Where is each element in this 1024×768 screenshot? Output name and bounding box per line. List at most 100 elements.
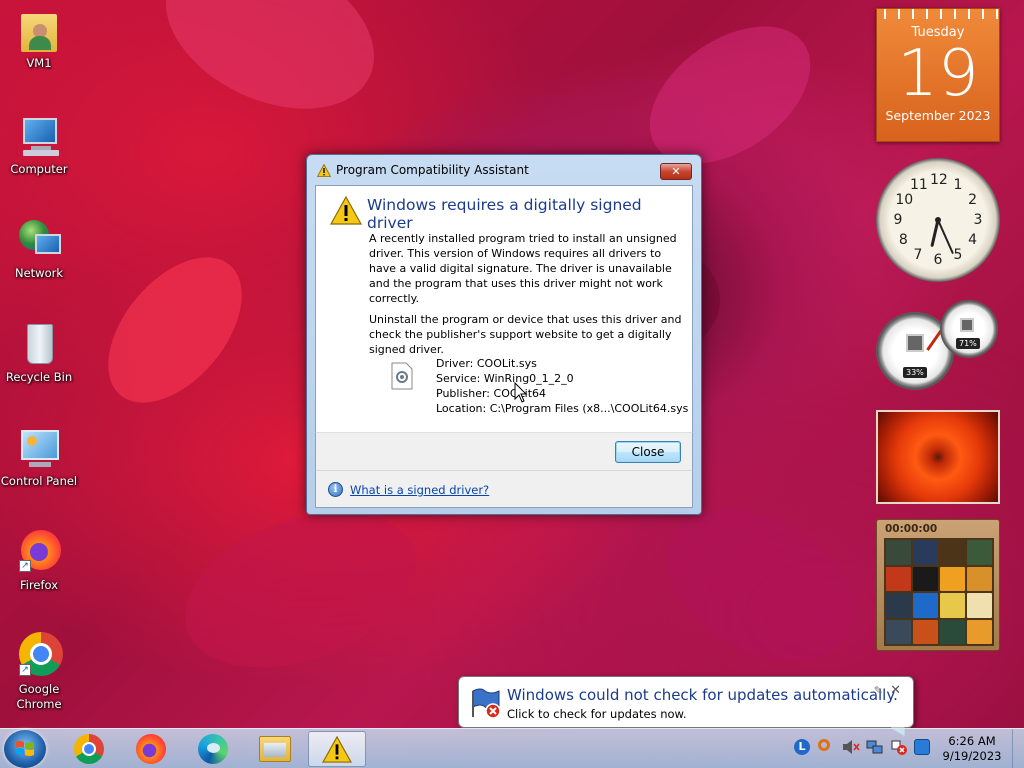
puzzle-tile[interactable] <box>940 619 965 644</box>
network-icon <box>15 216 63 264</box>
puzzle-tile[interactable] <box>913 540 938 565</box>
calendar-month-year: September 2023 <box>885 108 991 123</box>
cpu-chip-icon <box>906 334 924 352</box>
desktop-icon-label: Network <box>14 266 64 280</box>
signed-driver-help-link[interactable]: What is a signed driver? <box>350 483 489 497</box>
edge-icon <box>198 734 228 764</box>
calendar-gadget[interactable]: Tuesday 19 September 2023 <box>876 8 1000 142</box>
calendar-rings <box>877 9 999 19</box>
cpu-meter-gadget[interactable]: 33% 71% <box>876 300 1000 392</box>
puzzle-tile[interactable] <box>913 619 938 644</box>
driver-details: Driver: COOLit.sys Service: WinRing0_1_2… <box>436 356 688 416</box>
dialog-paragraph: A recently installed program tried to in… <box>369 232 677 305</box>
desktop-icon-network[interactable]: Network <box>0 216 78 281</box>
control-panel-icon <box>15 424 63 472</box>
desktop-icon-google-chrome[interactable]: ↗ Google Chrome <box>0 632 78 712</box>
desktop-icon-label: Recycle Bin <box>5 370 73 384</box>
dialog-button-area: Close <box>315 432 693 470</box>
chrome-icon <box>74 734 104 764</box>
folder-icon <box>259 736 291 762</box>
puzzle-tile[interactable] <box>967 593 992 618</box>
taskbar: L 6:26 AM 9/19/2023 <box>0 728 1024 768</box>
desktop-icon-label: Google Chrome <box>16 682 62 711</box>
desktop-icon-label: Computer <box>10 162 68 176</box>
desktop-icon-label: Firefox <box>19 578 59 592</box>
puzzle-tile[interactable] <box>913 593 938 618</box>
taskbar-compatibility-assistant-button[interactable] <box>308 731 366 767</box>
memory-usage-label: 71% <box>956 338 980 349</box>
pin-icon[interactable]: ✎ <box>874 684 883 697</box>
windows-update-error-icon <box>472 688 501 719</box>
recycle-bin-icon <box>15 320 63 368</box>
action-center-error-icon[interactable] <box>890 739 908 759</box>
puzzle-tile[interactable] <box>940 540 965 565</box>
desktop-icon-computer[interactable]: Computer <box>0 112 78 177</box>
desktop-icon-firefox[interactable]: ↗ Firefox <box>0 528 78 593</box>
notification-close-button[interactable]: ✕ <box>890 683 901 698</box>
update-notification[interactable]: Windows could not check for updates auto… <box>458 676 914 737</box>
clock-center <box>935 217 941 223</box>
clock-gadget[interactable]: 12 1 2 3 4 5 6 7 8 9 10 11 <box>876 158 1000 282</box>
puzzle-tile[interactable] <box>940 593 965 618</box>
dialog-content: Windows requires a digitally signed driv… <box>315 185 693 432</box>
notification-body: Click to check for updates now. <box>507 707 687 721</box>
tray-app-icon[interactable] <box>914 739 930 755</box>
compatibility-dialog: Program Compatibility Assistant ✕ Window… <box>306 154 702 515</box>
dialog-titlebar[interactable]: Program Compatibility Assistant <box>307 155 701 185</box>
puzzle-tile[interactable] <box>967 566 992 591</box>
wallpaper-petal <box>82 232 268 428</box>
dialog-heading: Windows requires a digitally signed driv… <box>367 196 642 232</box>
taskbar-date: 9/19/2023 <box>942 749 1002 763</box>
cpu-usage-label: 33% <box>903 367 927 378</box>
wallpaper-petal <box>140 0 400 140</box>
desktop-icon-vm1[interactable]: VM1 <box>0 6 78 71</box>
notification-title: Windows could not check for updates auto… <box>507 686 898 704</box>
wallpaper-petal <box>163 483 437 697</box>
driver-name: Driver: COOLit.sys <box>436 357 537 370</box>
driver-location: Location: C:\Program Files (x8...\COOLit… <box>436 402 689 415</box>
warning-icon <box>322 735 352 763</box>
firefox-icon: ↗ <box>15 528 63 576</box>
desktop-icon-label: Control Panel <box>0 474 78 488</box>
taskbar-clock[interactable]: 6:26 AM 9/19/2023 <box>934 734 1010 764</box>
slideshow-gadget[interactable] <box>876 410 1000 504</box>
volume-muted-icon[interactable] <box>842 739 860 759</box>
show-desktop-button[interactable] <box>1012 729 1024 768</box>
taskbar-edge-button[interactable] <box>184 731 242 767</box>
taskbar-explorer-button[interactable] <box>246 731 304 767</box>
puzzle-tile[interactable] <box>886 593 911 618</box>
desktop-icon-control-panel[interactable]: Control Panel <box>0 424 78 489</box>
desktop-icon-recycle-bin[interactable]: Recycle Bin <box>0 320 78 385</box>
driver-service: Service: WinRing0_1_2_0 <box>436 372 574 385</box>
dialog-close-x-button[interactable]: ✕ <box>660 163 692 180</box>
puzzle-grid <box>884 538 994 646</box>
puzzle-tile[interactable] <box>940 566 965 591</box>
puzzle-tile[interactable] <box>886 619 911 644</box>
clock-hour-hand <box>930 218 940 247</box>
warning-icon <box>330 196 362 225</box>
start-button[interactable] <box>4 730 46 768</box>
puzzle-timer: 00:00:00 <box>885 523 938 535</box>
close-button[interactable]: Close <box>615 441 681 463</box>
dialog-title: Program Compatibility Assistant <box>336 163 529 177</box>
network-tray-icon[interactable] <box>866 739 884 759</box>
driver-file-icon <box>391 362 413 390</box>
calendar-day: 19 <box>897 37 979 111</box>
puzzle-tile[interactable] <box>967 540 992 565</box>
puzzle-tile[interactable] <box>913 566 938 591</box>
tray-search-icon[interactable] <box>818 739 830 751</box>
puzzle-tile[interactable] <box>967 619 992 644</box>
puzzle-tile[interactable] <box>886 566 911 591</box>
mouse-cursor-icon <box>514 382 528 403</box>
memory-gauge: 71% <box>940 300 998 358</box>
picture-puzzle-gadget[interactable]: 00:00:00 <box>876 519 1000 651</box>
taskbar-chrome-button[interactable] <box>60 731 118 767</box>
windows-logo-icon <box>16 741 34 756</box>
dialog-paragraph: Uninstall the program or device that use… <box>369 313 682 356</box>
taskbar-firefox-button[interactable] <box>122 731 180 767</box>
clock-minute-hand <box>937 219 954 254</box>
puzzle-tile[interactable] <box>886 540 911 565</box>
chrome-icon: ↗ <box>15 632 63 680</box>
tray-l-icon[interactable]: L <box>794 739 810 755</box>
user-folder-icon <box>15 6 63 54</box>
